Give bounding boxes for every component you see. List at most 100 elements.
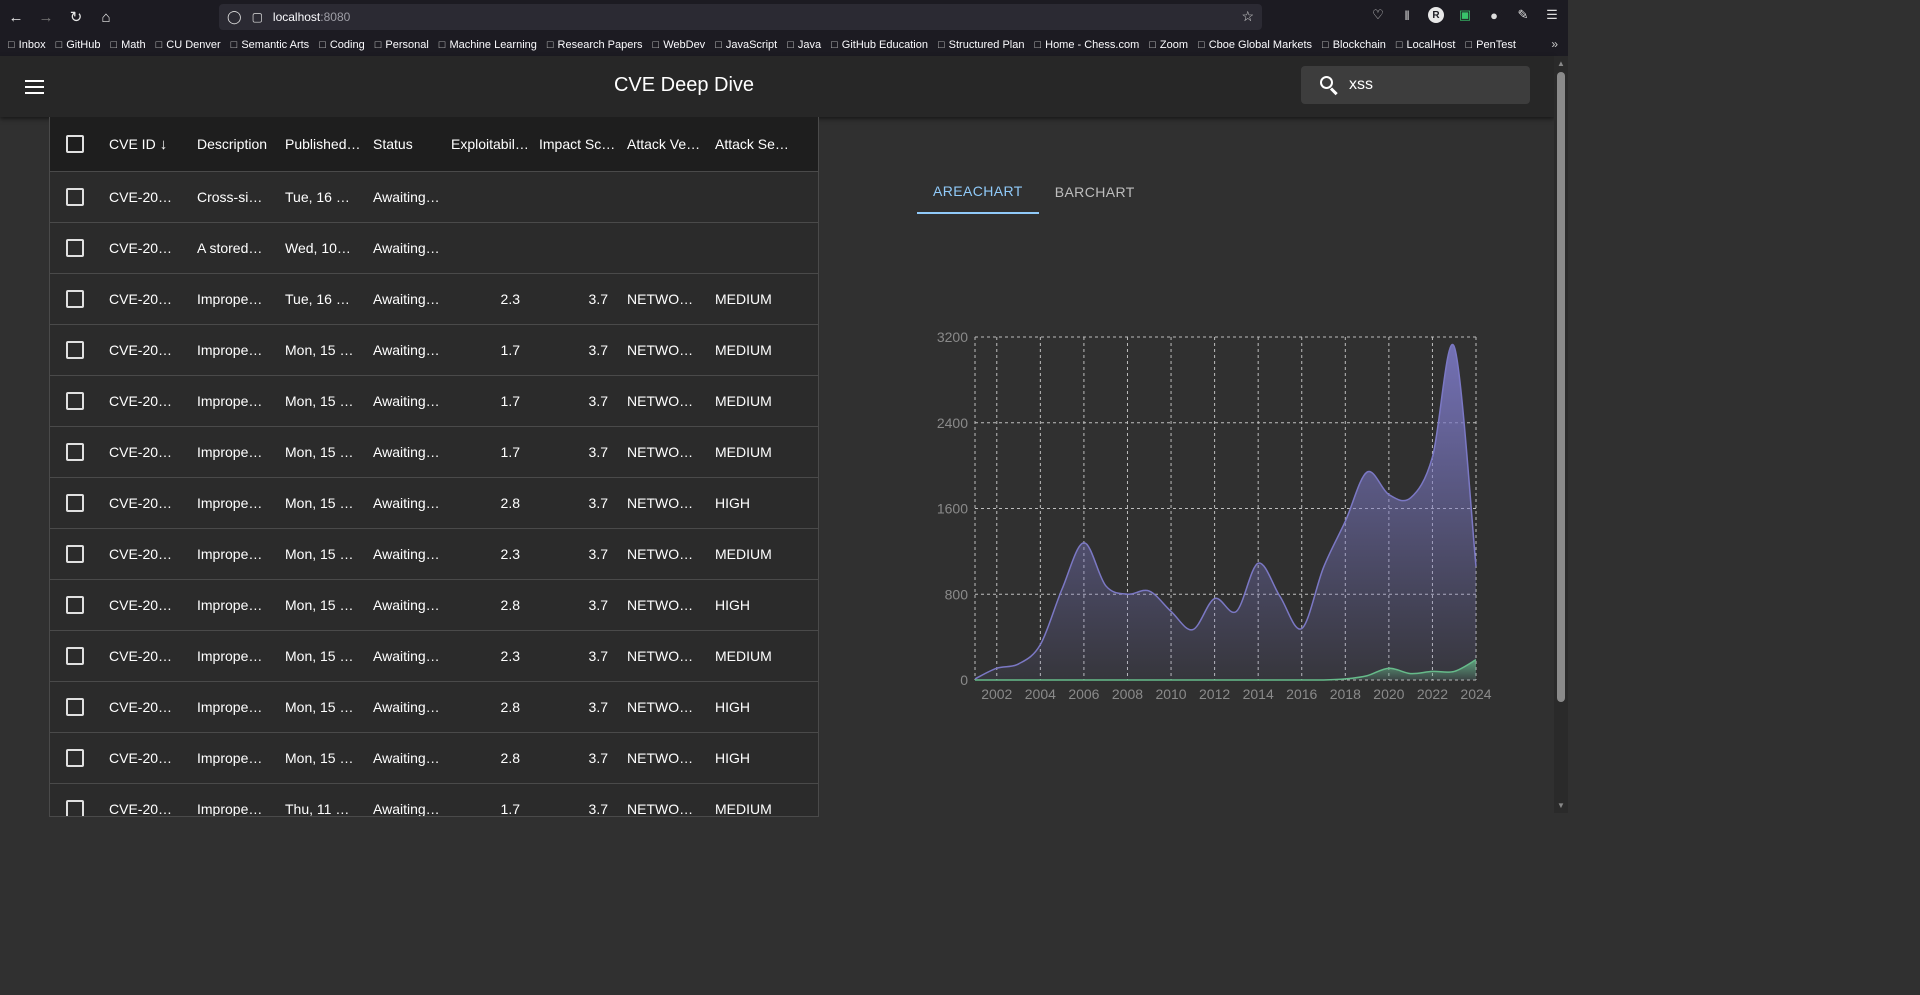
- table-row[interactable]: CVE-20… Imprope… Mon, 15 … Awaiting… 1.7 3.7 N…: [50, 427, 818, 478]
- bookmark-item[interactable]: □ GitHub: [56, 39, 101, 51]
- search-box[interactable]: [1301, 66, 1530, 104]
- forward-icon[interactable]: →: [32, 3, 60, 31]
- reload-icon[interactable]: ↻: [62, 3, 90, 31]
- column-header-attack-severity[interactable]: Attack Se…: [706, 136, 798, 152]
- bookmark-item[interactable]: □ Research Papers: [547, 39, 643, 51]
- table-row[interactable]: CVE-20… Imprope… Mon, 15 … Awaiting… 2.3 3.7 N…: [50, 529, 818, 580]
- bookmark-item[interactable]: □ Personal: [375, 39, 429, 51]
- bookmark-item[interactable]: □ PenTest: [1465, 39, 1515, 51]
- table-row[interactable]: CVE-20… Imprope… Thu, 11 … Awaiting… 1.7 3.7 N…: [50, 784, 818, 817]
- bookmarks-overflow-icon[interactable]: »: [1551, 37, 1558, 51]
- cell-published: Mon, 15 …: [285, 597, 354, 613]
- bookmark-label: Research Papers: [557, 39, 643, 51]
- scroll-up-icon[interactable]: ▲: [1557, 59, 1565, 68]
- table-row[interactable]: CVE-20… Imprope… Mon, 15 … Awaiting… 2.8 3.7 N…: [50, 478, 818, 529]
- table-row[interactable]: CVE-20… A stored… Wed, 10… Awaiting…: [50, 223, 818, 274]
- bookmark-label: GitHub: [66, 39, 101, 51]
- select-all-checkbox[interactable]: [66, 135, 84, 153]
- bookmark-item[interactable]: □ Cboe Global Markets: [1198, 39, 1312, 51]
- bookmark-item[interactable]: □ Zoom: [1149, 39, 1188, 51]
- bookmark-label: Coding: [329, 39, 365, 51]
- bookmark-item[interactable]: □ Blockchain: [1322, 39, 1386, 51]
- x-tick-label: 2004: [1025, 686, 1056, 702]
- row-checkbox[interactable]: [66, 800, 84, 816]
- column-header-description[interactable]: Description: [188, 136, 276, 152]
- row-checkbox[interactable]: [66, 647, 84, 665]
- bookmark-item[interactable]: □ LocalHost: [1396, 39, 1456, 51]
- table-row[interactable]: CVE-20… Imprope… Mon, 15 … Awaiting… 1.7 3.7 N…: [50, 376, 818, 427]
- account-avatar[interactable]: R: [1428, 7, 1444, 23]
- row-checkbox[interactable]: [66, 188, 84, 206]
- bookmark-item[interactable]: □ GitHub Education: [831, 39, 928, 51]
- table-row[interactable]: CVE-20… Imprope… Mon, 15 … Awaiting… 2.3 3.7 N…: [50, 631, 818, 682]
- row-checkbox[interactable]: [66, 290, 84, 308]
- url-bar[interactable]: ◯ ▢ localhost:8080 ☆: [219, 4, 1262, 30]
- tracking-shield-icon[interactable]: ◯: [227, 9, 242, 25]
- extension-green-icon[interactable]: ▣: [1455, 4, 1475, 26]
- search-input[interactable]: [1349, 76, 1519, 94]
- pocket-icon[interactable]: ♡: [1368, 4, 1388, 26]
- page-info-icon[interactable]: ▢: [252, 10, 263, 24]
- column-header-status[interactable]: Status: [364, 136, 442, 152]
- bookmark-item[interactable]: □ Structured Plan: [938, 39, 1024, 51]
- cell-cve-id: CVE-20…: [109, 801, 173, 817]
- back-icon[interactable]: ←: [2, 3, 30, 31]
- y-tick-label: 2400: [937, 415, 968, 431]
- cell-cve-id: CVE-20…: [109, 495, 173, 511]
- bookmark-item[interactable]: □ CU Denver: [156, 39, 221, 51]
- tab-areachart[interactable]: AREACHART: [917, 170, 1039, 214]
- bookmark-item[interactable]: □ Semantic Arts: [231, 39, 310, 51]
- table-row[interactable]: CVE-20… Imprope… Mon, 15 … Awaiting… 2.8 3.7 N…: [50, 733, 818, 784]
- bookmark-item[interactable]: □ Machine Learning: [439, 39, 537, 51]
- bookmark-item[interactable]: □ Coding: [319, 39, 365, 51]
- column-header-exploitability[interactable]: Exploitabil…: [442, 136, 530, 152]
- row-checkbox[interactable]: [66, 341, 84, 359]
- table-row[interactable]: CVE-20… Imprope… Mon, 15 … Awaiting… 2.8 3.7 N…: [50, 580, 818, 631]
- scrollbar-thumb[interactable]: [1557, 72, 1565, 702]
- row-checkbox[interactable]: [66, 749, 84, 767]
- cell-cve-id: CVE-20…: [109, 240, 173, 256]
- app-menu-icon[interactable]: ☰: [1542, 4, 1562, 26]
- row-checkbox[interactable]: [66, 443, 84, 461]
- column-header-published[interactable]: Published…: [276, 136, 364, 152]
- cell-description: Imprope…: [197, 750, 263, 766]
- table-row[interactable]: CVE-20… Imprope… Tue, 16 … Awaiting… 2.3 3.7 N…: [50, 274, 818, 325]
- extension-car-icon[interactable]: ●: [1484, 4, 1504, 26]
- library-icon[interactable]: ‖: [1397, 4, 1417, 26]
- column-header-cve-id[interactable]: CVE ID ↓: [100, 136, 188, 153]
- row-checkbox[interactable]: [66, 596, 84, 614]
- row-checkbox[interactable]: [66, 494, 84, 512]
- bookmark-item[interactable]: □ Inbox: [8, 39, 46, 51]
- url-text[interactable]: localhost:8080: [273, 10, 350, 24]
- bookmark-item[interactable]: □ Math: [110, 39, 145, 51]
- cell-description: Imprope…: [197, 597, 263, 613]
- bookmark-item[interactable]: □ Java: [787, 39, 821, 51]
- bookmark-star-icon[interactable]: ☆: [1241, 8, 1254, 25]
- scroll-down-icon[interactable]: ▼: [1557, 801, 1565, 810]
- bookmark-item[interactable]: □ JavaScript: [715, 39, 777, 51]
- sort-arrow-down-icon[interactable]: ↓: [160, 136, 168, 153]
- table-row[interactable]: CVE-20… Imprope… Mon, 15 … Awaiting… 2.8 3.7 N…: [50, 682, 818, 733]
- bookmark-item[interactable]: □ WebDev: [653, 39, 706, 51]
- column-header-attack-vector[interactable]: Attack Ve…: [618, 136, 706, 152]
- page-scrollbar[interactable]: ▲ ▼: [1554, 56, 1568, 813]
- row-checkbox[interactable]: [66, 239, 84, 257]
- column-header-impact-score[interactable]: Impact Sc…: [530, 136, 618, 152]
- tab-barchart[interactable]: BARCHART: [1039, 170, 1151, 214]
- extensions-puzzle-icon[interactable]: ✎: [1513, 4, 1533, 26]
- row-checkbox[interactable]: [66, 698, 84, 716]
- cell-published: Mon, 15 …: [285, 750, 354, 766]
- cell-status: Awaiting…: [373, 342, 440, 358]
- app-header: CVE Deep Dive: [0, 56, 1554, 117]
- bookmark-item[interactable]: □ Home - Chess.com: [1034, 39, 1139, 51]
- cell-status: Awaiting…: [373, 189, 440, 205]
- table-row[interactable]: CVE-20… Cross-si… Tue, 16 … Awaiting…: [50, 172, 818, 223]
- cell-published: Mon, 15 …: [285, 648, 354, 664]
- table-row[interactable]: CVE-20… Imprope… Mon, 15 … Awaiting… 1.7 3.7 N…: [50, 325, 818, 376]
- bookmark-label: Structured Plan: [948, 39, 1025, 51]
- home-icon[interactable]: ⌂: [92, 3, 120, 31]
- row-checkbox[interactable]: [66, 545, 84, 563]
- cell-status: Awaiting…: [373, 699, 440, 715]
- row-checkbox[interactable]: [66, 392, 84, 410]
- folder-icon: □: [1149, 39, 1156, 51]
